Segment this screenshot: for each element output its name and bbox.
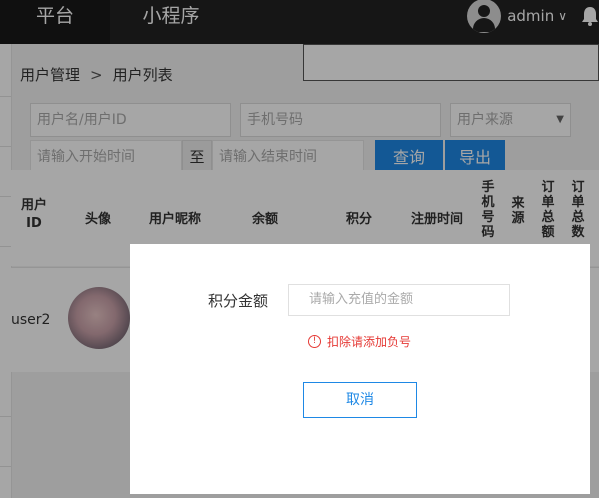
points-modal: 积分金额 请输入充值的金额 ! 扣除请添加负号 取消 [130, 244, 590, 494]
cancel-button[interactable]: 取消 [303, 382, 417, 418]
warning-text: 扣除请添加负号 [327, 335, 412, 349]
app-root: 平台 小程序 admin ∨ 用户管理 > 用户列表 用户名/用户ID 手机号码… [0, 0, 599, 498]
points-amount-input[interactable]: 请输入充值的金额 [288, 284, 510, 316]
points-amount-label: 积分金额 [208, 292, 269, 310]
warning-message: ! 扣除请添加负号 [308, 333, 411, 350]
warning-icon: ! [308, 335, 321, 348]
